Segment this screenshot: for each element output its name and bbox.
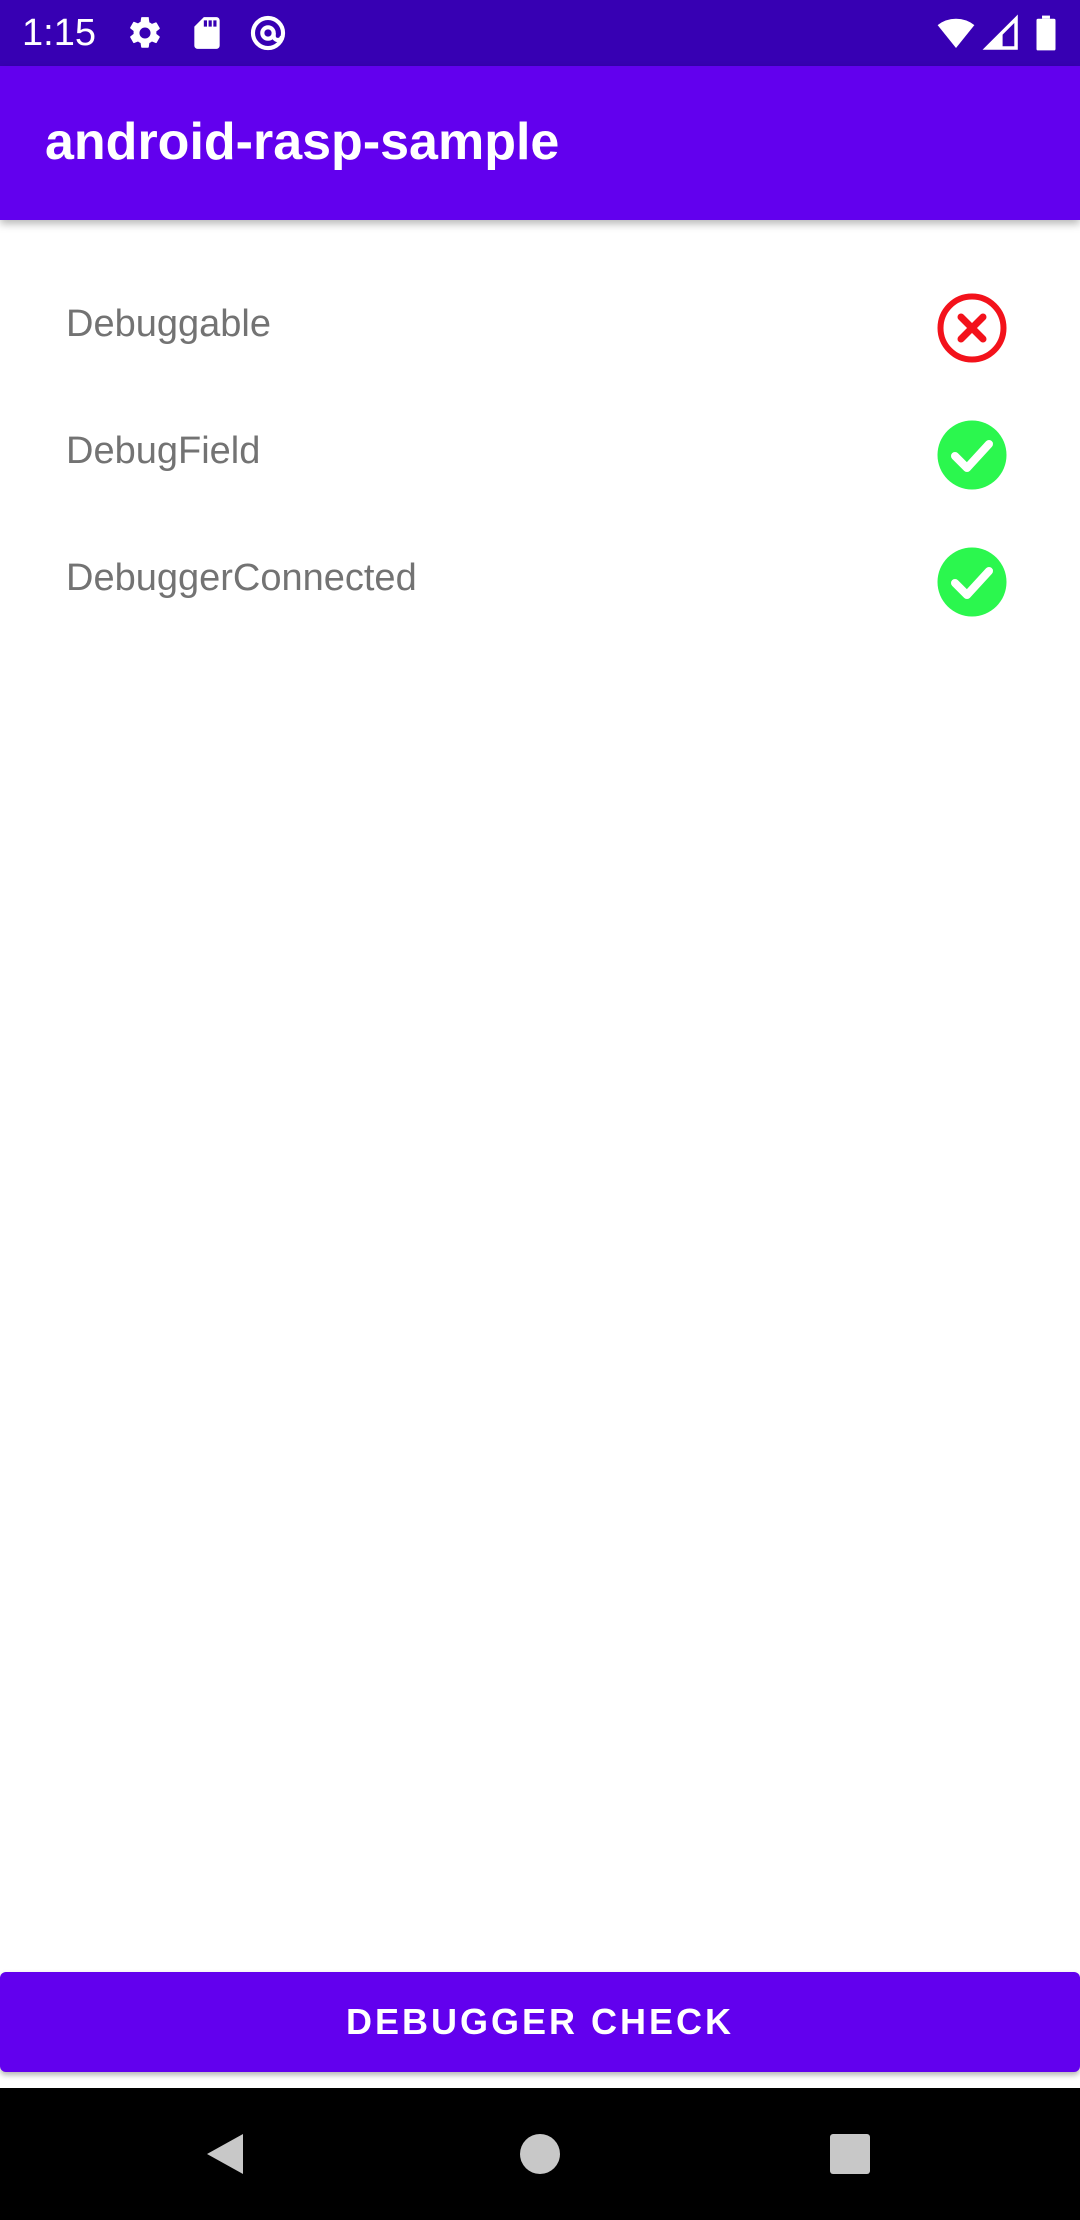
status-bar: 1:15 bbox=[0, 0, 1080, 66]
recents-icon[interactable] bbox=[814, 2118, 886, 2190]
back-icon[interactable] bbox=[191, 2118, 263, 2190]
battery-icon bbox=[1033, 14, 1059, 52]
home-icon[interactable] bbox=[504, 2118, 576, 2190]
check-row-debuggerconnected: DebuggerConnected bbox=[0, 518, 1080, 645]
check-row-debugfield: DebugField bbox=[0, 391, 1080, 518]
check-circle-icon bbox=[935, 545, 1009, 619]
wifi-icon bbox=[936, 14, 976, 52]
check-label: Debuggable bbox=[66, 303, 271, 345]
debugger-check-button[interactable]: DEBUGGER CHECK bbox=[0, 1972, 1080, 2072]
app-title: android-rasp-sample bbox=[45, 113, 560, 171]
check-label: DebuggerConnected bbox=[66, 557, 417, 599]
sd-card-icon bbox=[188, 14, 226, 52]
check-list: Debuggable DebugField DebuggerConnected bbox=[0, 264, 1080, 645]
check-row-debuggable: Debuggable bbox=[0, 264, 1080, 391]
gear-icon bbox=[126, 14, 164, 52]
app-bar: android-rasp-sample bbox=[0, 66, 1080, 220]
status-time: 1:15 bbox=[22, 12, 96, 54]
navigation-bar bbox=[0, 2088, 1080, 2220]
error-circle-icon bbox=[935, 291, 1009, 365]
signal-icon bbox=[982, 14, 1020, 52]
check-label: DebugField bbox=[66, 430, 261, 472]
check-circle-icon bbox=[935, 418, 1009, 492]
at-sign-icon bbox=[249, 14, 287, 52]
